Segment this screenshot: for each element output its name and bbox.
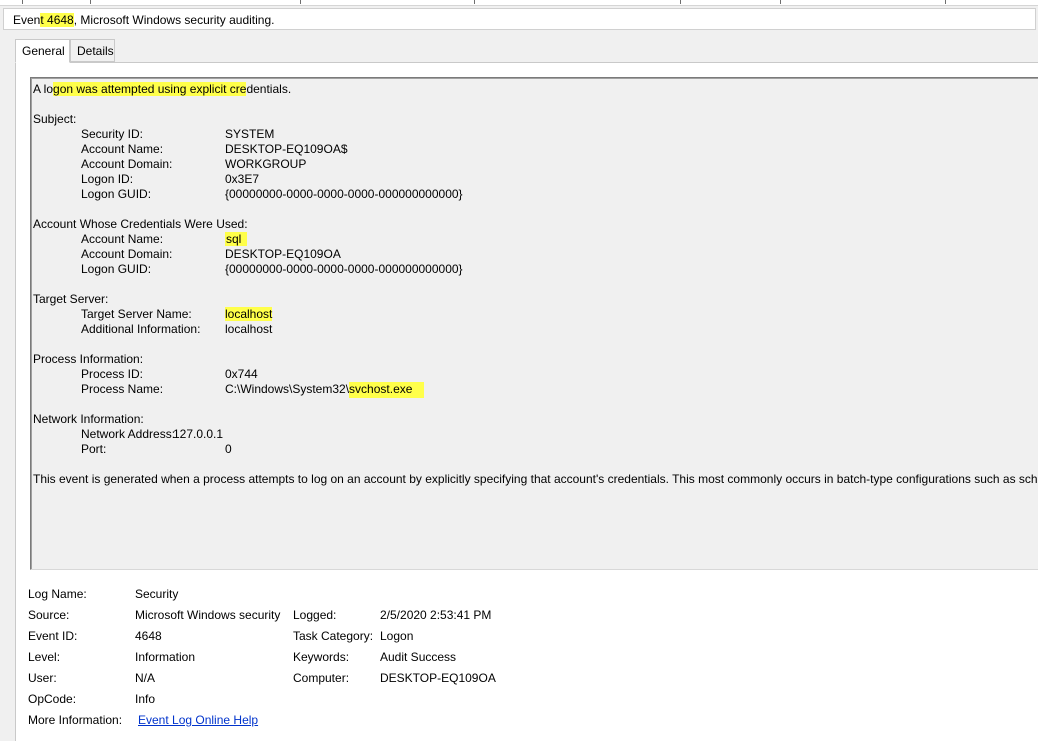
- subject-account-name-label: Account Name:: [81, 142, 164, 156]
- additional-information-value: localhost: [225, 322, 273, 336]
- event-id-value: 4648: [135, 629, 162, 643]
- network-port-value: 0: [225, 442, 232, 456]
- subject-logon-guid-value: {00000000-0000-0000-0000-000000000000}: [225, 187, 463, 201]
- strip-tick: [680, 0, 681, 4]
- log-name-value: Security: [135, 587, 179, 601]
- user-value: N/A: [135, 671, 156, 685]
- strip-tick: [300, 0, 301, 4]
- process-name-highlight: svchost.exe: [349, 382, 425, 398]
- subject-logon-id-value: 0x3E7: [225, 172, 260, 186]
- description-intro: A logon was attempted using explicit cre…: [33, 82, 291, 96]
- event-id-label: Event ID:: [28, 629, 78, 643]
- strip-tick: [945, 0, 946, 4]
- event-description-box[interactable]: A logon was attempted using explicit cre…: [30, 77, 1038, 570]
- additional-information-label: Additional Information:: [81, 322, 201, 336]
- user-label: User:: [28, 671, 57, 685]
- subject-logon-id-label: Logon ID:: [81, 172, 134, 186]
- subject-security-id-label: Security ID:: [81, 127, 144, 141]
- event-title-rest: , Microsoft Windows security auditing.: [73, 13, 275, 27]
- log-name-label: Log Name:: [28, 587, 87, 601]
- computer-value: DESKTOP-EQ109OA: [380, 671, 496, 685]
- opcode-value: Info: [135, 692, 156, 706]
- keywords-label: Keywords:: [293, 650, 350, 664]
- tab-details[interactable]: Details: [70, 39, 115, 62]
- process-id-value: 0x744: [225, 367, 258, 381]
- target-server-name-highlight: localhost: [225, 307, 273, 321]
- source-label: Source:: [28, 608, 70, 622]
- intro-highlight: gon was attempted using explicit cre: [53, 82, 247, 96]
- task-category-value: Logon: [380, 629, 414, 643]
- task-category-label: Task Category:: [293, 629, 374, 643]
- strip-tick: [474, 0, 475, 4]
- credentials-account-name-label: Account Name:: [81, 232, 164, 246]
- target-server-header: Target Server:: [33, 292, 109, 306]
- keywords-value: Audit Success: [380, 650, 457, 664]
- credentials-logon-guid-label: Logon GUID:: [81, 262, 152, 276]
- logged-value: 2/5/2020 2:53:41 PM: [380, 608, 492, 622]
- source-value: Microsoft Windows security: [135, 608, 281, 622]
- event-title-bar: Event 4648, Microsoft Windows security a…: [3, 8, 1036, 30]
- target-server-name-value: localhost: [225, 307, 273, 321]
- top-strip: [0, 0, 1038, 6]
- event-log-online-help-link[interactable]: Event Log Online Help: [138, 713, 258, 727]
- strip-tick: [780, 0, 781, 4]
- target-server-name-label: Target Server Name:: [81, 307, 192, 321]
- subject-security-id-value: SYSTEM: [225, 127, 275, 141]
- level-label: Level:: [28, 650, 61, 664]
- credentials-account-name-value: sql: [225, 232, 248, 246]
- event-title-prefix: Even: [13, 13, 41, 27]
- subject-account-name-value: DESKTOP-EQ109OA$: [225, 142, 348, 156]
- process-name-path: C:\Windows\System32\: [225, 382, 350, 396]
- credentials-header: Account Whose Credentials Were Used:: [33, 217, 248, 231]
- network-address-label: Network Address:: [81, 427, 176, 441]
- opcode-label: OpCode:: [28, 692, 77, 706]
- network-address-value: 127.0.0.1: [173, 427, 224, 441]
- event-title-highlight: t 4648: [40, 13, 74, 27]
- credentials-account-domain-value: DESKTOP-EQ109OA: [225, 247, 341, 261]
- network-port-label: Port:: [81, 442, 107, 456]
- strip-tick: [90, 0, 91, 4]
- subject-account-domain-value: WORKGROUP: [225, 157, 307, 171]
- credentials-account-domain-label: Account Domain:: [81, 247, 173, 261]
- description-footer-text: This event is generated when a process a…: [33, 472, 1038, 486]
- process-name-value: C:\Windows\System32\svchost.exe: [225, 382, 425, 398]
- credentials-account-name-highlight: sql: [225, 232, 248, 246]
- credentials-logon-guid-value: {00000000-0000-0000-0000-000000000000}: [225, 262, 463, 276]
- subject-logon-guid-label: Logon GUID:: [81, 187, 152, 201]
- computer-label: Computer:: [293, 671, 350, 685]
- strip-tick: [22, 0, 23, 4]
- subject-account-domain-label: Account Domain:: [81, 157, 173, 171]
- intro-post: dentials.: [246, 82, 292, 96]
- network-information-header: Network Information:: [33, 412, 144, 426]
- tab-general[interactable]: General: [15, 39, 70, 63]
- intro-pre: A lo: [33, 82, 54, 96]
- process-id-label: Process ID:: [81, 367, 144, 381]
- process-name-label: Process Name:: [81, 382, 164, 396]
- subject-header: Subject:: [33, 112, 77, 126]
- logged-label: Logged:: [293, 608, 337, 622]
- level-value: Information: [135, 650, 196, 664]
- more-information-label: More Information:: [28, 713, 123, 727]
- process-information-header: Process Information:: [33, 352, 144, 366]
